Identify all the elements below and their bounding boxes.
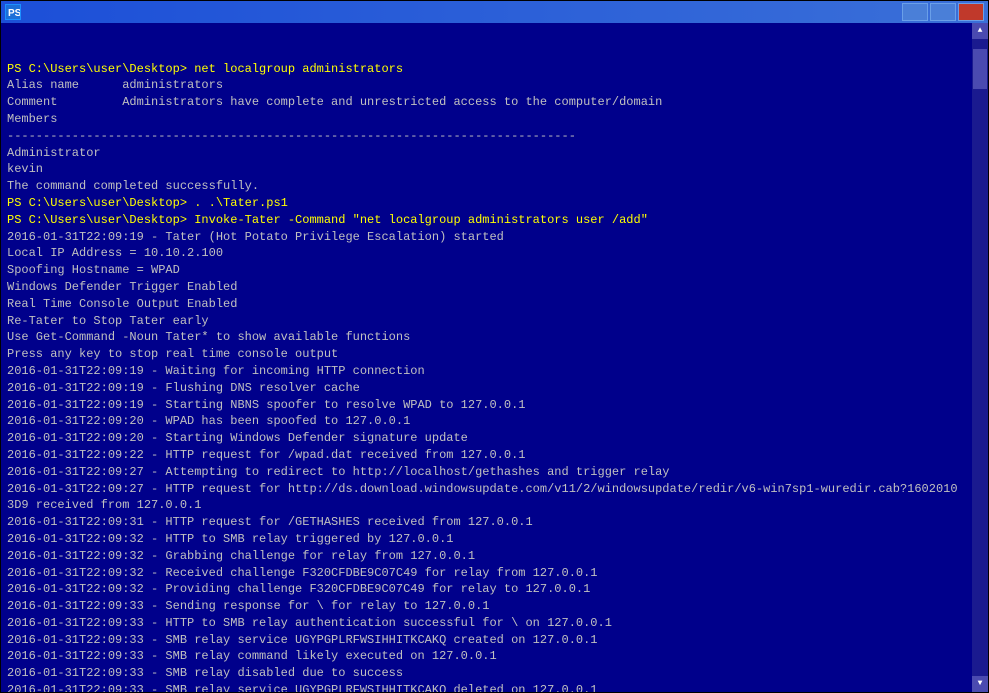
scrollbar-track[interactable] — [972, 39, 988, 676]
terminal-line: PS C:\Users\user\Desktop> Invoke-Tater -… — [7, 212, 964, 229]
terminal-line: 2016-01-31T22:09:32 - Received challenge… — [7, 565, 964, 582]
powershell-icon: PS — [5, 4, 21, 20]
title-bar: PS — [1, 1, 988, 23]
minimize-button[interactable] — [902, 3, 928, 21]
terminal-line: Windows Defender Trigger Enabled — [7, 279, 964, 296]
terminal-line: 2016-01-31T22:09:33 - SMB relay service … — [7, 632, 964, 649]
terminal-line: 2016-01-31T22:09:27 - Attempting to redi… — [7, 464, 964, 481]
terminal-line: PS C:\Users\user\Desktop> net localgroup… — [7, 61, 964, 78]
terminal-line: 2016-01-31T22:09:20 - WPAD has been spoo… — [7, 413, 964, 430]
terminal-line: kevin — [7, 161, 964, 178]
terminal-line: 2016-01-31T22:09:31 - HTTP request for /… — [7, 514, 964, 531]
terminal-line: 2016-01-31T22:09:19 - Tater (Hot Potato … — [7, 229, 964, 246]
terminal-line: The command completed successfully. — [7, 178, 964, 195]
maximize-button[interactable] — [930, 3, 956, 21]
terminal-line: 2016-01-31T22:09:33 - SMB relay service … — [7, 682, 964, 692]
powershell-window: PS PS C:\Users\user\Desktop> net localgr… — [0, 0, 989, 693]
terminal-line: 2016-01-31T22:09:19 - Flushing DNS resol… — [7, 380, 964, 397]
terminal-line: 2016-01-31T22:09:32 - Grabbing challenge… — [7, 548, 964, 565]
terminal-line: Local IP Address = 10.10.2.100 — [7, 245, 964, 262]
terminal-line: Comment Administrators have complete and… — [7, 94, 964, 111]
terminal-line: 2016-01-31T22:09:19 - Waiting for incomi… — [7, 363, 964, 380]
terminal-content: PS C:\Users\user\Desktop> net localgroup… — [7, 61, 982, 692]
terminal-line: 2016-01-31T22:09:19 - Starting NBNS spoo… — [7, 397, 964, 414]
scrollbar[interactable]: ▲ ▼ — [972, 23, 988, 692]
terminal-line: Spoofing Hostname = WPAD — [7, 262, 964, 279]
terminal-line: 2016-01-31T22:09:22 - HTTP request for /… — [7, 447, 964, 464]
scrollbar-thumb[interactable] — [973, 49, 987, 89]
terminal-line: PS C:\Users\user\Desktop> . .\Tater.ps1 — [7, 195, 964, 212]
terminal-line: Members — [7, 111, 964, 128]
terminal-line: Use Get-Command -Noun Tater* to show ava… — [7, 329, 964, 346]
terminal-line: Real Time Console Output Enabled — [7, 296, 964, 313]
terminal-line: 2016-01-31T22:09:20 - Starting Windows D… — [7, 430, 964, 447]
svg-text:PS: PS — [8, 8, 20, 19]
terminal-area[interactable]: PS C:\Users\user\Desktop> net localgroup… — [1, 23, 988, 692]
terminal-line: 2016-01-31T22:09:33 - SMB relay command … — [7, 648, 964, 665]
window-controls — [902, 3, 984, 21]
terminal-line: 2016-01-31T22:09:32 - Providing challeng… — [7, 581, 964, 598]
terminal-line: 2016-01-31T22:09:33 - SMB relay disabled… — [7, 665, 964, 682]
terminal-line: 2016-01-31T22:09:33 - HTTP to SMB relay … — [7, 615, 964, 632]
terminal-line: Press any key to stop real time console … — [7, 346, 964, 363]
terminal-line: ----------------------------------------… — [7, 128, 964, 145]
terminal-line: Re-Tater to Stop Tater early — [7, 313, 964, 330]
title-bar-left: PS — [5, 4, 27, 20]
scroll-up-button[interactable]: ▲ — [972, 23, 988, 39]
terminal-line: 2016-01-31T22:09:27 - HTTP request for h… — [7, 481, 964, 515]
close-button[interactable] — [958, 3, 984, 21]
scroll-down-button[interactable]: ▼ — [972, 676, 988, 692]
terminal-line: Alias name administrators — [7, 77, 964, 94]
terminal-line: Administrator — [7, 145, 964, 162]
terminal-line: 2016-01-31T22:09:33 - Sending response f… — [7, 598, 964, 615]
terminal-line: 2016-01-31T22:09:32 - HTTP to SMB relay … — [7, 531, 964, 548]
